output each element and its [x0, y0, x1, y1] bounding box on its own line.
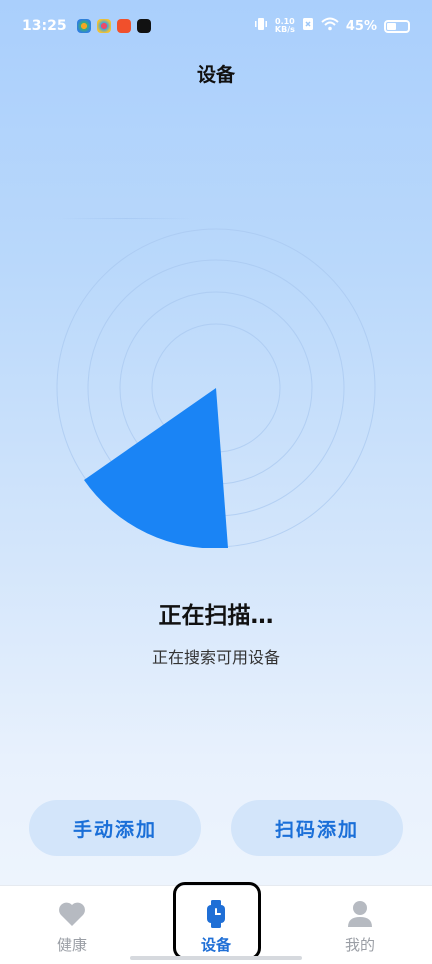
sim-icon	[302, 17, 314, 35]
scan-title: 正在扫描…	[158, 603, 274, 629]
app-notification-icon	[96, 19, 111, 33]
tab-label: 设备	[200, 936, 231, 954]
app-notification-icon	[76, 19, 91, 33]
tab-device[interactable]: 设备	[144, 886, 288, 964]
status-left: 13:25	[22, 18, 151, 34]
battery-icon	[384, 19, 410, 33]
person-icon	[346, 900, 374, 928]
status-right: 0.10 KB/s 45%	[254, 17, 410, 35]
vibrate-icon	[254, 17, 268, 35]
tiktok-icon	[136, 19, 151, 33]
decorative-line	[56, 218, 196, 219]
radar-sweep	[84, 388, 228, 549]
battery-percent: 45%	[345, 18, 377, 34]
manual-add-button[interactable]: 手动添加	[29, 800, 201, 856]
wifi-icon	[321, 17, 339, 35]
scan-subtitle: 正在搜索可用设备	[151, 648, 280, 667]
radar-graphic	[56, 228, 376, 549]
status-time: 13:25	[22, 18, 67, 34]
app-notification-icon	[116, 19, 131, 33]
tab-mine[interactable]: 我的	[288, 886, 432, 964]
scan-add-button[interactable]: 扫码添加	[231, 800, 403, 856]
net-speed-unit: KB/s	[274, 25, 295, 34]
tab-label: 健康	[56, 936, 87, 954]
tab-label: 我的	[344, 936, 375, 954]
radar-scanner	[56, 228, 376, 549]
heart-icon	[58, 900, 86, 928]
status-bar: 13:25 0.10 KB/s 45%	[0, 0, 432, 52]
watch-icon	[202, 900, 230, 928]
bottom-tab-bar: 健康 设备 我的	[0, 885, 432, 964]
net-speed: 0.10 KB/s	[275, 18, 295, 34]
home-indicator[interactable]	[130, 956, 302, 960]
page-title: 设备	[196, 64, 235, 86]
tab-health[interactable]: 健康	[0, 886, 144, 964]
